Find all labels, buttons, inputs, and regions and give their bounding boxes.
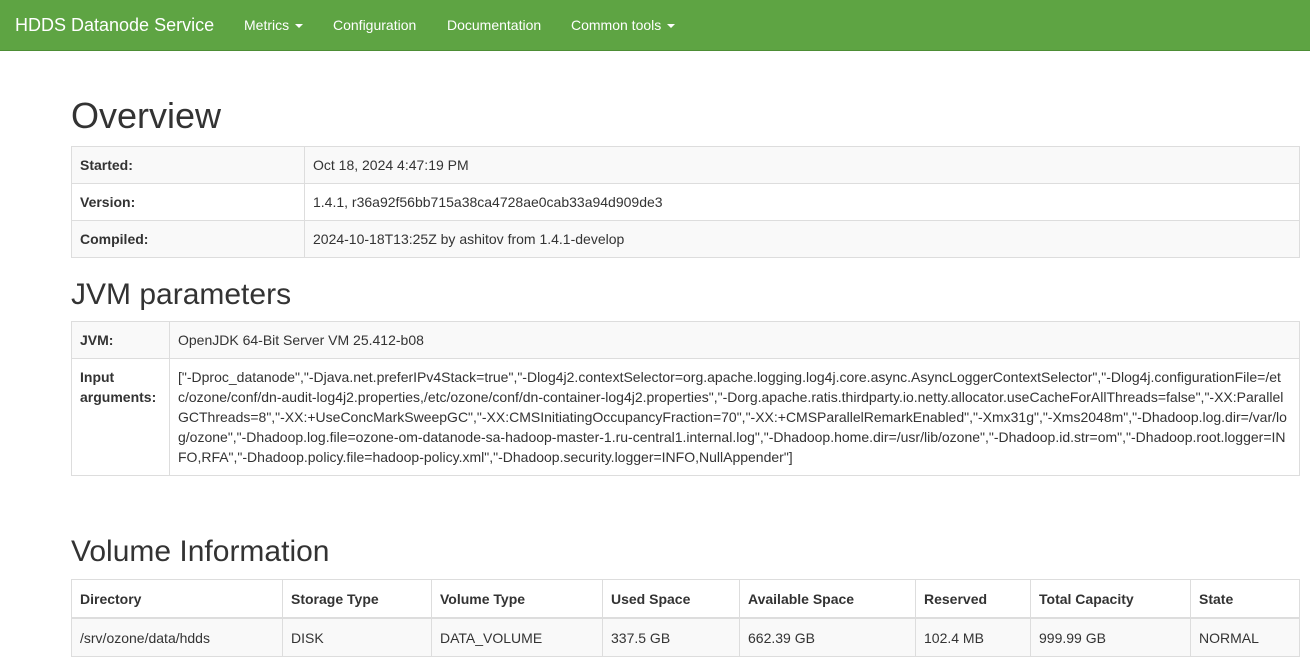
table-row: JVM: OpenJDK 64-Bit Server VM 25.412-b08	[71, 321, 1300, 359]
cell-total-capacity: 999.99 GB	[1030, 617, 1191, 657]
jvm-value: OpenJDK 64-Bit Server VM 25.412-b08	[169, 321, 1300, 359]
cell-storage-type: DISK	[282, 617, 432, 657]
volume-heading: Volume Information	[71, 535, 330, 568]
started-label: Started:	[71, 146, 305, 184]
nav-metrics-menu[interactable]: Metrics	[244, 16, 304, 34]
col-state: State	[1190, 579, 1300, 619]
cell-available-space: 662.39 GB	[739, 617, 916, 657]
col-used-space: Used Space	[602, 579, 740, 619]
col-total-capacity: Total Capacity	[1030, 579, 1191, 619]
caret-down-icon	[667, 24, 676, 29]
input-arguments-label: Input arguments:	[71, 358, 170, 476]
table-row: /srv/ozone/data/hdds DISK DATA_VOLUME 33…	[71, 617, 1300, 657]
nav-common-tools-menu[interactable]: Common tools	[571, 16, 676, 34]
table-header-row: Directory Storage Type Volume Type Used …	[71, 579, 1300, 619]
compiled-value: 2024-10-18T13:25Z by ashitov from 1.4.1-…	[304, 220, 1300, 258]
nav-configuration-link[interactable]: Configuration	[333, 16, 416, 34]
version-value: 1.4.1, r36a92f56bb715a38ca4728ae0cab33a9…	[304, 183, 1300, 221]
cell-volume-type: DATA_VOLUME	[431, 617, 603, 657]
col-storage-type: Storage Type	[282, 579, 432, 619]
started-value: Oct 18, 2024 4:47:19 PM	[304, 146, 1300, 184]
version-label: Version:	[71, 183, 305, 221]
table-row: Input arguments: ["-Dproc_datanode","-Dj…	[71, 358, 1300, 476]
navbar-brand[interactable]: HDDS Datanode Service	[15, 13, 214, 37]
table-row: Version: 1.4.1, r36a92f56bb715a38ca4728a…	[71, 183, 1300, 221]
top-navbar: HDDS Datanode Service Metrics Configurat…	[0, 0, 1310, 51]
col-volume-type: Volume Type	[431, 579, 603, 619]
jvm-heading: JVM parameters	[71, 278, 292, 311]
cell-used-space: 337.5 GB	[602, 617, 740, 657]
cell-state: NORMAL	[1190, 617, 1300, 657]
table-row: Started: Oct 18, 2024 4:47:19 PM	[71, 146, 1300, 184]
volume-table: Directory Storage Type Volume Type Used …	[71, 579, 1300, 657]
col-directory: Directory	[71, 579, 283, 619]
overview-heading: Overview	[71, 95, 222, 136]
nav-metrics-label: Metrics	[244, 17, 290, 33]
jvm-label: JVM:	[71, 321, 170, 359]
jvm-table: JVM: OpenJDK 64-Bit Server VM 25.412-b08…	[71, 321, 1300, 476]
cell-reserved: 102.4 MB	[915, 617, 1031, 657]
overview-table: Started: Oct 18, 2024 4:47:19 PM Version…	[71, 146, 1300, 258]
nav-documentation-link[interactable]: Documentation	[447, 16, 541, 34]
compiled-label: Compiled:	[71, 220, 305, 258]
col-available-space: Available Space	[739, 579, 916, 619]
col-reserved: Reserved	[915, 579, 1031, 619]
table-row: Compiled: 2024-10-18T13:25Z by ashitov f…	[71, 220, 1300, 258]
cell-directory: /srv/ozone/data/hdds	[71, 617, 283, 657]
caret-down-icon	[295, 24, 304, 29]
nav-common-tools-label: Common tools	[571, 17, 662, 33]
input-arguments-value: ["-Dproc_datanode","-Djava.net.preferIPv…	[169, 358, 1300, 476]
